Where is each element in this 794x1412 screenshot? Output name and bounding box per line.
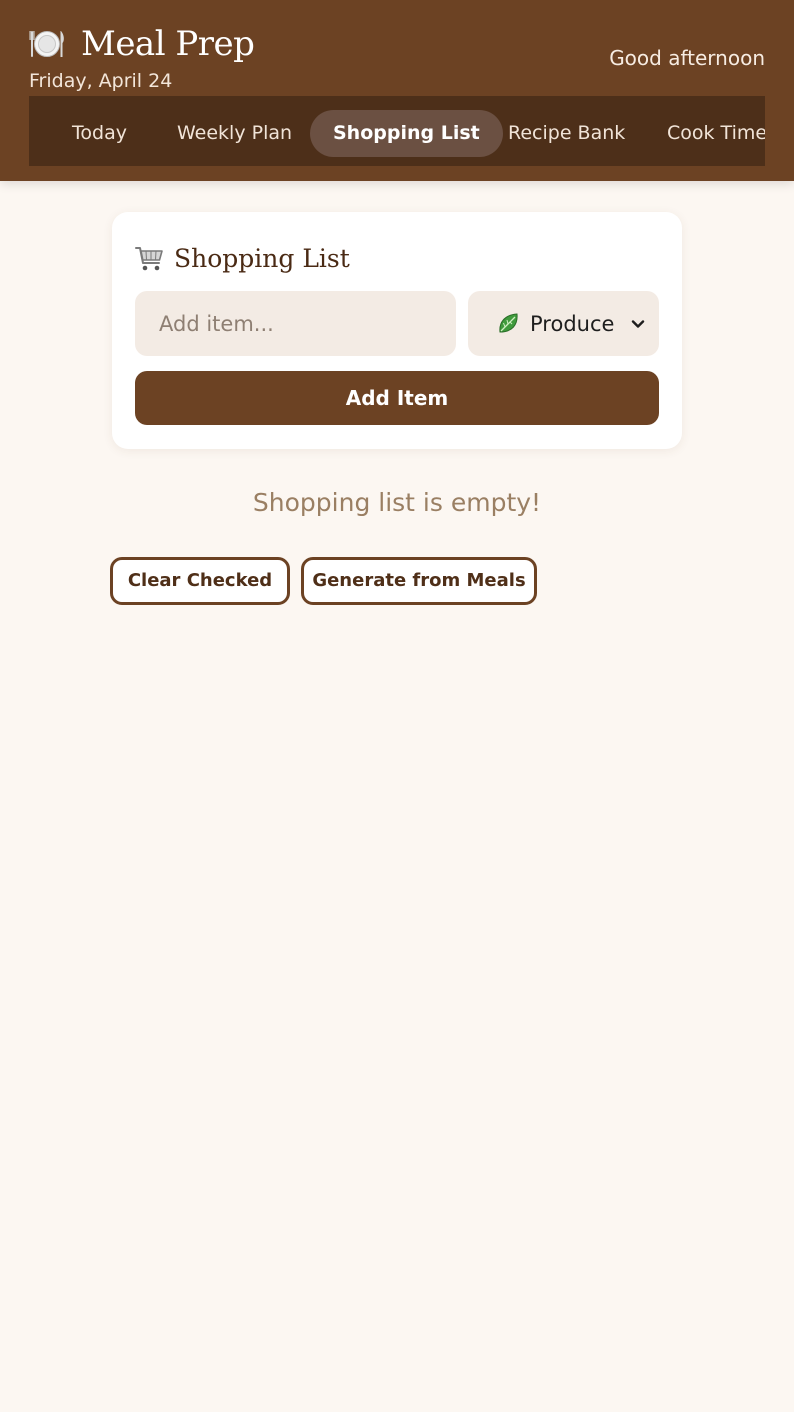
category-selected-value: Produce <box>530 311 615 336</box>
tab-weekly-plan[interactable]: Weekly Plan <box>154 110 315 157</box>
category-select[interactable]: Produce <box>468 291 659 356</box>
app-title: Meal Prep <box>81 24 255 64</box>
empty-state-message: Shopping list is empty! <box>252 488 542 517</box>
tab-today[interactable]: Today <box>49 110 150 157</box>
tab-shopping-list[interactable]: Shopping List <box>310 110 503 157</box>
leafy-green-icon <box>497 312 520 335</box>
brand: Meal Prep <box>29 22 255 66</box>
chevron-down-icon <box>631 316 645 330</box>
add-item-card: Shopping List Produce Add Item <box>112 212 682 449</box>
tab-recipe-bank[interactable]: Recipe Bank <box>485 110 648 157</box>
clear-checked-button[interactable]: Clear Checked <box>110 557 290 605</box>
app-header: Meal Prep Friday, April 24 Good afternoo… <box>0 0 794 181</box>
greeting-text: Good afternoon <box>609 46 765 70</box>
add-item-input[interactable] <box>135 291 456 356</box>
card-header: Shopping List <box>134 238 350 278</box>
tab-cook-timer[interactable]: Cook Timer <box>644 110 765 157</box>
plate-cutlery-icon <box>29 26 65 62</box>
tab-bar: Today Weekly Plan Shopping List Recipe B… <box>29 96 765 166</box>
generate-from-meals-button[interactable]: Generate from Meals <box>301 557 537 605</box>
card-title: Shopping List <box>174 243 350 273</box>
shopping-cart-icon <box>134 243 164 273</box>
header-date: Friday, April 24 <box>29 70 173 92</box>
add-item-button[interactable]: Add Item <box>135 371 659 425</box>
